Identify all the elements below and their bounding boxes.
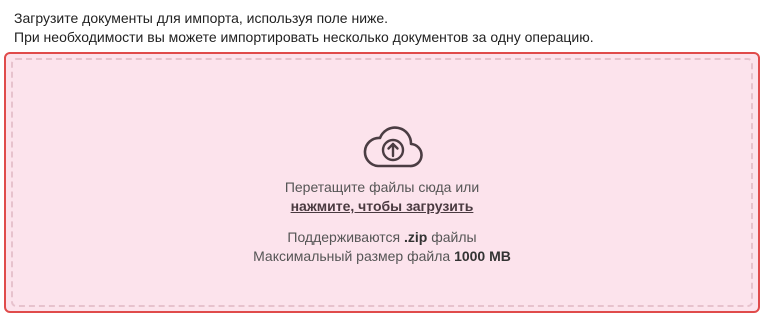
supported-suffix: файлы <box>431 229 477 245</box>
max-file-size: Максимальный размер файла 1000 MB <box>13 247 751 266</box>
max-size-label: Максимальный размер файла <box>253 248 451 264</box>
cloud-upload-icon <box>363 126 423 168</box>
dropzone-dashed-border: Перетащите файлы сюда или нажмите, чтобы… <box>11 58 753 307</box>
browse-link-row: нажмите, чтобы загрузить <box>13 197 751 216</box>
supported-formats: Поддерживаются .zip файлы <box>13 228 751 247</box>
supported-prefix: Поддерживаются <box>287 229 401 245</box>
file-dropzone[interactable]: Перетащите файлы сюда или нажмите, чтобы… <box>4 52 760 313</box>
supported-format: .zip <box>404 229 428 245</box>
instructions-line-1: Загрузите документы для импорта, использ… <box>14 10 389 26</box>
drag-drop-hint: Перетащите файлы сюда или <box>284 179 480 195</box>
max-size-value: 1000 MB <box>454 248 511 264</box>
browse-files-link[interactable]: нажмите, чтобы загрузить <box>291 198 474 214</box>
instructions: Загрузите документы для импорта, использ… <box>14 9 754 47</box>
instructions-line-2: При необходимости вы можете импортироват… <box>14 29 594 45</box>
